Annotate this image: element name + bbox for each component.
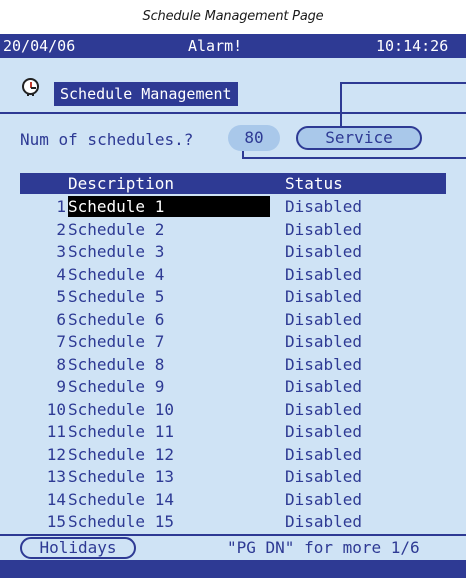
table-row[interactable]: 4 Schedule 4 Disabled bbox=[0, 264, 466, 285]
service-button[interactable]: Service bbox=[296, 126, 422, 150]
page-title: Schedule Management bbox=[54, 82, 238, 106]
row-number: 4 bbox=[56, 264, 66, 284]
row-status[interactable]: Disabled bbox=[285, 309, 362, 330]
device-screen: 20/04/06 Alarm! 10:14:26 Schedule Manage… bbox=[0, 34, 466, 578]
row-number: 3 bbox=[56, 242, 66, 261]
num-schedules-label: Num of schedules.? bbox=[20, 130, 194, 149]
row-number: 11 bbox=[46, 422, 66, 441]
num-schedules-field[interactable]: 80 bbox=[228, 125, 280, 151]
table-row[interactable]: 13 Schedule 13 Disabled bbox=[0, 466, 466, 487]
callout-line bbox=[340, 82, 466, 84]
page-hint: "PG DN" for more 1/6 bbox=[227, 538, 420, 557]
row-number: 2 bbox=[56, 219, 66, 239]
holidays-button[interactable]: Holidays bbox=[20, 537, 136, 559]
table-row[interactable]: 1 Schedule 1 Disabled bbox=[0, 196, 466, 217]
row-description[interactable]: Schedule 8 bbox=[68, 354, 164, 375]
row-status[interactable]: Disabled bbox=[285, 421, 362, 442]
row-description[interactable]: Schedule 10 bbox=[68, 399, 174, 420]
row-status[interactable]: Disabled bbox=[285, 376, 362, 397]
row-description[interactable]: Schedule 5 bbox=[68, 286, 164, 307]
bottom-bar bbox=[0, 560, 466, 578]
divider bbox=[0, 112, 466, 114]
status-time: 10:14:26 bbox=[376, 37, 449, 55]
row-status[interactable]: Disabled bbox=[285, 444, 362, 465]
table-row[interactable]: 9 Schedule 9 Disabled bbox=[0, 376, 466, 397]
table-row[interactable]: 10 Schedule 10 Disabled bbox=[0, 399, 466, 420]
table-row[interactable]: 2 Schedule 2 Disabled bbox=[0, 219, 466, 240]
table-row[interactable]: 5 Schedule 5 Disabled bbox=[0, 286, 466, 307]
row-number: 6 bbox=[56, 309, 66, 329]
table-row[interactable]: 12 Schedule 12 Disabled bbox=[0, 444, 466, 465]
column-header-description: Description bbox=[68, 174, 174, 193]
row-number: 1 bbox=[56, 197, 66, 216]
row-number: 14 bbox=[46, 489, 66, 509]
table-row[interactable]: 6 Schedule 6 Disabled bbox=[0, 309, 466, 330]
status-date: 20/04/06 bbox=[3, 37, 76, 55]
row-description[interactable]: Schedule 13 bbox=[68, 466, 174, 487]
alarm-clock-icon bbox=[22, 78, 39, 96]
row-status[interactable]: Disabled bbox=[285, 466, 362, 487]
callout-line bbox=[340, 82, 342, 126]
row-description[interactable]: Schedule 1 bbox=[68, 196, 270, 217]
row-description[interactable]: Schedule 11 bbox=[68, 421, 174, 442]
row-description[interactable]: Schedule 2 bbox=[68, 219, 164, 240]
row-status[interactable]: Disabled bbox=[285, 264, 362, 285]
row-status[interactable]: Disabled bbox=[285, 196, 362, 217]
row-status[interactable]: Disabled bbox=[285, 286, 362, 307]
row-number: 13 bbox=[46, 467, 66, 486]
row-description[interactable]: Schedule 6 bbox=[68, 309, 164, 330]
row-number: 8 bbox=[56, 354, 66, 374]
row-description[interactable]: Schedule 4 bbox=[68, 264, 164, 285]
status-alarm: Alarm! bbox=[188, 37, 243, 55]
row-number: 7 bbox=[56, 332, 66, 351]
row-status[interactable]: Disabled bbox=[285, 331, 362, 352]
row-description[interactable]: Schedule 14 bbox=[68, 489, 174, 510]
row-number: 12 bbox=[46, 444, 66, 464]
status-bar: 20/04/06 Alarm! 10:14:26 bbox=[0, 34, 466, 58]
row-number: 5 bbox=[56, 287, 66, 306]
table-row[interactable]: 3 Schedule 3 Disabled bbox=[0, 241, 466, 262]
row-status[interactable]: Disabled bbox=[285, 489, 362, 510]
row-status[interactable]: Disabled bbox=[285, 399, 362, 420]
row-description[interactable]: Schedule 15 bbox=[68, 511, 174, 532]
row-status[interactable]: Disabled bbox=[285, 241, 362, 262]
page-caption: Schedule Management Page bbox=[142, 9, 324, 24]
row-status[interactable]: Disabled bbox=[285, 219, 362, 240]
table-row[interactable]: 14 Schedule 14 Disabled bbox=[0, 489, 466, 510]
row-description[interactable]: Schedule 12 bbox=[68, 444, 174, 465]
row-status[interactable]: Disabled bbox=[285, 354, 362, 375]
row-number: 9 bbox=[56, 377, 66, 396]
row-description[interactable]: Schedule 3 bbox=[68, 241, 164, 262]
column-header-status: Status bbox=[285, 174, 343, 193]
row-number: 10 bbox=[46, 399, 66, 419]
callout-line bbox=[242, 157, 466, 159]
table-header: Description Status bbox=[20, 173, 446, 194]
row-description[interactable]: Schedule 9 bbox=[68, 376, 164, 397]
row-number: 15 bbox=[46, 512, 66, 531]
row-status[interactable]: Disabled bbox=[285, 511, 362, 532]
table-row[interactable]: 8 Schedule 8 Disabled bbox=[0, 354, 466, 375]
footer: Holidays "PG DN" for more 1/6 bbox=[0, 536, 466, 560]
table-row[interactable]: 11 Schedule 11 Disabled bbox=[0, 421, 466, 442]
table-row[interactable]: 7 Schedule 7 Disabled bbox=[0, 331, 466, 352]
table-row[interactable]: 15 Schedule 15 Disabled bbox=[0, 511, 466, 532]
row-description[interactable]: Schedule 7 bbox=[68, 331, 164, 352]
